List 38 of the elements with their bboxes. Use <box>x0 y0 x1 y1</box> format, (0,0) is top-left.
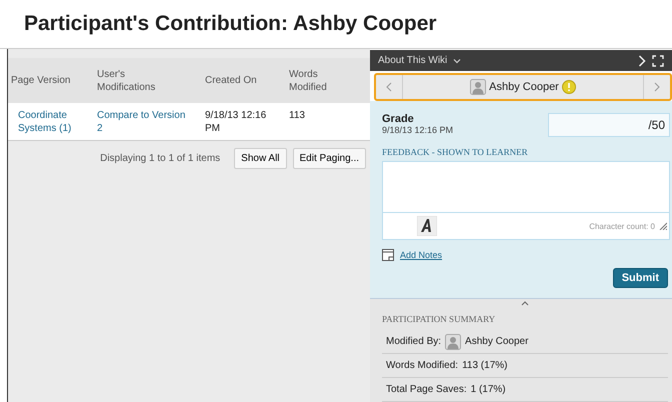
page-title: Participant's Contribution: Ashby Cooper <box>24 12 437 36</box>
chevron-right-icon <box>654 82 660 92</box>
summary-label: Words Modified: <box>386 360 458 371</box>
chevron-right-icon <box>638 54 646 67</box>
grade-field[interactable]: /50 <box>548 113 670 137</box>
notes-icon <box>382 249 394 261</box>
character-count: Character count: 0 <box>589 222 655 230</box>
paging-button[interactable]: Edit Paging... <box>292 148 366 169</box>
panel-title-menu[interactable]: About This Wiki <box>378 55 448 66</box>
submit-button[interactable]: Submit <box>612 268 668 288</box>
chevron-down-icon <box>453 58 462 64</box>
paging-info: Displaying 1 to 1 of 1 items <box>100 153 220 164</box>
summary-value: Ashby Cooper <box>465 336 528 347</box>
summary-label: Modified By: <box>386 336 442 347</box>
table-link[interactable]: Compare to Version 2 <box>94 109 202 135</box>
collapse-icon <box>521 301 529 306</box>
grade-date: 9/18/13 12:16 PM <box>382 125 454 135</box>
text-format-icon <box>417 216 437 236</box>
avatar-icon <box>470 79 486 96</box>
feedback-heading: FEEDBACK - SHOWN TO LEARNER <box>382 147 529 157</box>
table-link[interactable]: Coordinate Systems (1) <box>8 109 94 135</box>
resize-handle-icon <box>659 222 667 230</box>
grade-label: Grade <box>382 113 415 125</box>
column-header: User's Modifications <box>96 68 156 94</box>
table-cell-text: 113 <box>288 109 306 122</box>
add-notes-link[interactable]: Add Notes <box>400 250 442 260</box>
summary-value: 1 (17%) <box>470 384 506 395</box>
column-header: Created On <box>204 74 258 87</box>
chevron-left-icon <box>386 82 392 92</box>
summary-label: Total Page Saves: <box>386 384 467 395</box>
table-cell-text: 9/18/13 12:16 PM <box>204 109 268 135</box>
summary-heading: PARTICIPATION SUMMARY <box>382 314 496 324</box>
summary-value: 113 (17%) <box>462 360 508 371</box>
column-header: Words Modified <box>288 68 328 94</box>
column-header: Page Version <box>10 74 72 87</box>
user-name[interactable]: Ashby Cooper <box>489 81 559 94</box>
paging-button[interactable]: Show All <box>234 148 287 169</box>
expand-icon <box>652 54 664 67</box>
